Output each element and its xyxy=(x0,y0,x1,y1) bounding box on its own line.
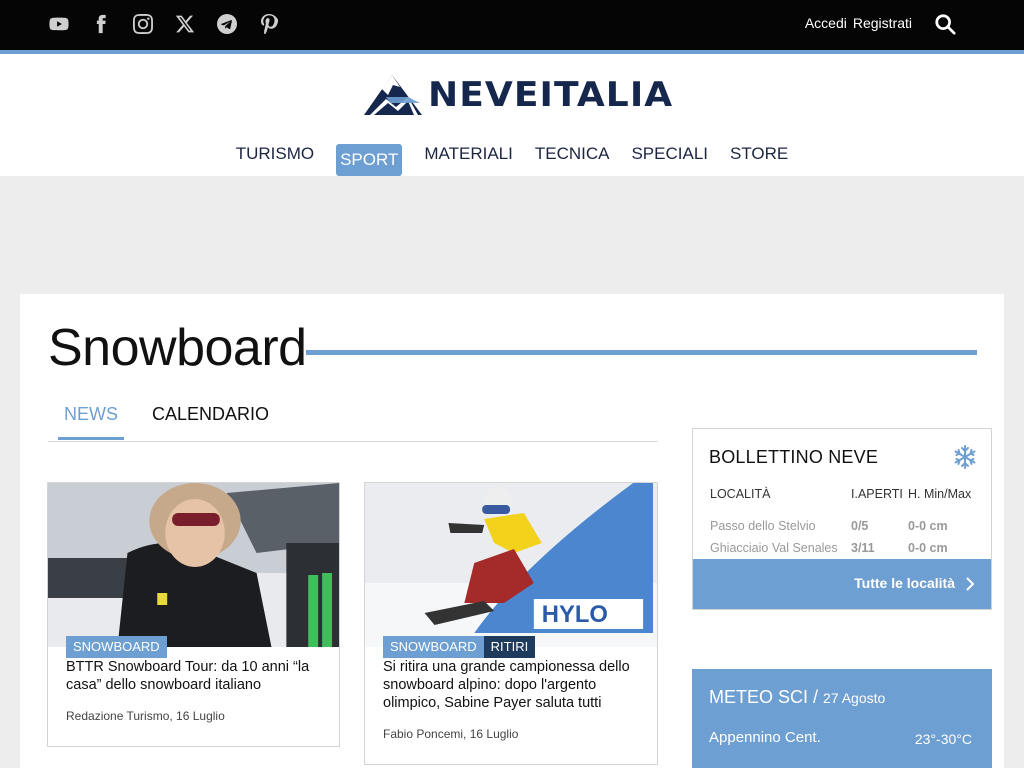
column-header-lifts: I.APERTI xyxy=(851,487,903,501)
x-icon[interactable] xyxy=(174,12,196,36)
snow-report-widget: BOLLETTINO NEVE LOCALITÀ I.APERTI H. Min… xyxy=(692,428,992,610)
nav-item-tecnica[interactable]: TECNICA xyxy=(524,144,621,176)
social-links xyxy=(48,12,300,36)
site-logo[interactable]: NEVEITALIA xyxy=(362,72,672,118)
top-bar: Accedi Registrati xyxy=(0,0,1024,50)
tag-snowboard[interactable]: SNOWBOARD xyxy=(383,636,484,658)
weather-widget[interactable]: METEO SCI / 27 Agosto Appennino Cent. 23… xyxy=(692,669,992,768)
article-title[interactable]: Si ritira una grande campionessa dello s… xyxy=(383,658,645,712)
article-meta: Redazione Turismo, 16 Luglio xyxy=(66,709,225,723)
tab-news[interactable]: NEWS xyxy=(58,404,124,440)
article-tags: SNOWBOARD RITIRI xyxy=(383,636,536,658)
article-title[interactable]: BTTR Snowboard Tour: da 10 anni “la casa… xyxy=(66,658,328,694)
tag-ritiri[interactable]: RITIRI xyxy=(483,636,536,658)
hylo-banner-text: HYLO xyxy=(542,601,608,628)
snow-report-title: BOLLETTINO NEVE xyxy=(709,447,879,467)
pinterest-icon[interactable] xyxy=(258,12,280,36)
chevron-right-icon xyxy=(966,577,975,591)
title-divider xyxy=(306,350,977,355)
article-image[interactable]: HYLO xyxy=(365,483,657,647)
instagram-icon[interactable] xyxy=(132,12,154,36)
article-tags: SNOWBOARD xyxy=(66,636,167,658)
column-header-location: LOCALITÀ xyxy=(710,487,771,501)
article-image[interactable] xyxy=(48,483,339,647)
weather-date: 27 Agosto xyxy=(823,690,886,706)
facebook-icon[interactable] xyxy=(90,12,112,36)
article-meta: Fabio Poncemi, 16 Luglio xyxy=(383,727,519,741)
mountain-logo-icon xyxy=(364,75,422,115)
account-links: Accedi Registrati xyxy=(805,15,912,31)
youtube-icon[interactable] xyxy=(48,12,70,36)
tag-snowboard[interactable]: SNOWBOARD xyxy=(66,636,167,658)
all-locations-label: Tutte le località xyxy=(854,575,955,591)
tab-calendario[interactable]: CALENDARIO xyxy=(152,404,269,425)
logo-wordmark: NEVEITALIA xyxy=(428,75,674,115)
main-nav: TURISMO SPORT MATERIALI TECNICA SPECIALI… xyxy=(0,144,1024,176)
row-location: Ghiacciaio Val Senales xyxy=(710,541,838,555)
row-height: 0-0 cm xyxy=(908,541,948,555)
nav-item-materiali[interactable]: MATERIALI xyxy=(413,144,523,176)
weather-title-label: METEO SCI / xyxy=(709,687,819,707)
nav-item-speciali[interactable]: SPECIALI xyxy=(620,144,719,176)
row-lifts: 0/5 xyxy=(851,519,869,533)
nav-item-turismo[interactable]: TURISMO xyxy=(225,144,325,176)
column-header-height: H. Min/Max xyxy=(908,487,972,501)
article-card[interactable]: SNOWBOARD BTTR Snowboard Tour: da 10 ann… xyxy=(47,482,340,747)
telegram-icon[interactable] xyxy=(216,12,238,36)
article-card[interactable]: HYLO SNOWBOARD RITIRI Si ritira una gran… xyxy=(364,482,658,765)
nav-item-sport[interactable]: SPORT xyxy=(336,144,403,176)
row-lifts: 3/11 xyxy=(851,541,875,555)
weather-title: METEO SCI / 27 Agosto xyxy=(709,687,885,708)
all-locations-button[interactable]: Tutte le località xyxy=(693,559,991,609)
row-location: Passo dello Stelvio xyxy=(710,519,816,533)
content-card: Snowboard NEWS CALENDARIO SNOWBOARD BTTR… xyxy=(20,294,1004,768)
snowflake-icon xyxy=(954,445,976,469)
site-header: NEVEITALIA TURISMO SPORT MATERIALI TECNI… xyxy=(0,54,1024,176)
page-title: Snowboard xyxy=(48,319,307,377)
search-icon[interactable] xyxy=(934,13,958,37)
login-link[interactable]: Accedi xyxy=(805,15,847,31)
row-height: 0-0 cm xyxy=(908,519,948,533)
nav-item-store[interactable]: STORE xyxy=(719,144,799,176)
register-link[interactable]: Registrati xyxy=(853,15,912,31)
section-tabs: NEWS CALENDARIO xyxy=(48,404,658,442)
weather-temperature: 23°-30°C xyxy=(914,731,972,747)
weather-location: Appennino Cent. xyxy=(709,729,821,746)
